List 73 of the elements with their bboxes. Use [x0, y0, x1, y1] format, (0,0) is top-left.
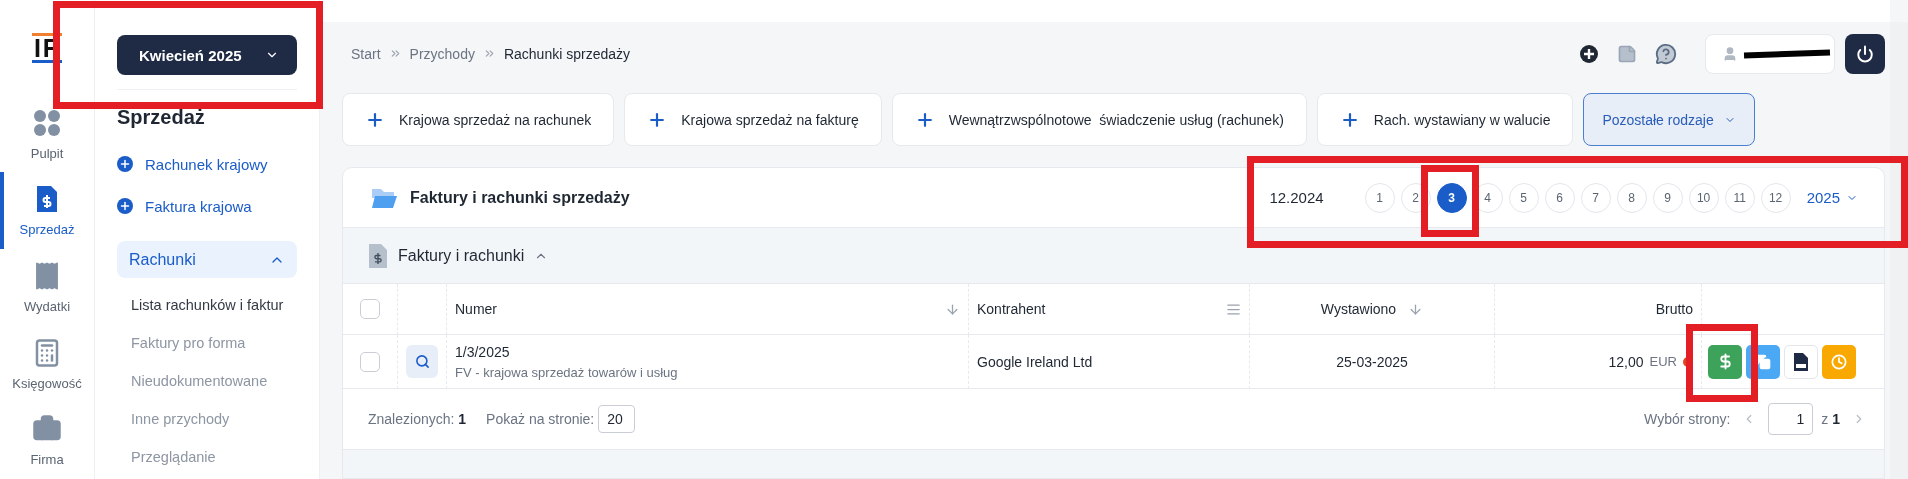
- breadcrumb-link[interactable]: Rachunki sprzedaży: [503, 45, 630, 62]
- quick-add-link[interactable]: Rachunek krajowy: [117, 143, 297, 185]
- previous-period: 12.2024: [1269, 189, 1324, 206]
- results-count: Znalezionych: 1: [368, 411, 467, 427]
- pdf-button[interactable]: [1784, 344, 1818, 379]
- logout-button[interactable]: [1845, 33, 1885, 74]
- help-chat-icon[interactable]: [1655, 42, 1677, 65]
- add-document-button[interactable]: Wewnątrzwspólnotowe świadczenie usług (rachunek): [891, 93, 1307, 146]
- column-header[interactable]: Kontrahent: [969, 284, 1250, 335]
- panel-title: Faktury i rachunki sprzedaży: [410, 188, 630, 207]
- search-icon: [414, 354, 430, 369]
- currency: EUR: [1649, 354, 1677, 369]
- preview-button[interactable]: [406, 345, 438, 378]
- more-types-dropdown[interactable]: Pozostałe rodzaje: [1583, 93, 1755, 146]
- page-count: z 1: [1821, 411, 1840, 427]
- page-field[interactable]: 1: [1768, 403, 1814, 435]
- add-icon[interactable]: [1579, 43, 1599, 64]
- sidebar-title: Sprzedaż: [117, 106, 206, 129]
- month-button[interactable]: 11: [1724, 182, 1755, 213]
- power-icon: [1856, 44, 1874, 63]
- column-header[interactable]: Brutto: [1495, 284, 1702, 335]
- month-button[interactable]: 7: [1580, 182, 1611, 213]
- page-label: Wybór strony:: [1644, 411, 1731, 427]
- month-button[interactable]: 9: [1652, 182, 1683, 213]
- month-button[interactable]: 6: [1544, 182, 1575, 213]
- breadcrumb-link[interactable]: Przychody: [409, 45, 475, 62]
- plus-circle-icon: [117, 156, 133, 172]
- add-document-button[interactable]: Rach. wystawiany w walucie: [1316, 93, 1574, 146]
- column-header[interactable]: Numer: [447, 284, 969, 335]
- select-all-checkbox[interactable]: [360, 299, 380, 319]
- row-checkbox[interactable]: [360, 351, 380, 372]
- table-cell: Google Ireland Ltd: [977, 353, 1093, 370]
- grid-dots-icon: [32, 107, 62, 138]
- document-type: FV - krajowa sprzedaż towarów i usług: [455, 364, 678, 380]
- pdf-file-icon: [1793, 351, 1809, 372]
- sticky-note-icon[interactable]: [1617, 43, 1637, 64]
- user-menu[interactable]: [1705, 33, 1835, 74]
- month-picker[interactable]: Kwiecień 2025: [117, 35, 297, 75]
- document-number: 1/3/2025: [455, 343, 511, 360]
- sort-arrow-icon: [1408, 301, 1424, 317]
- breadcrumb-link[interactable]: Start: [351, 45, 381, 62]
- payment-button[interactable]: [1708, 344, 1742, 379]
- copy-icon: [1755, 353, 1771, 370]
- amount: 12,00: [1608, 353, 1644, 370]
- add-document-button[interactable]: Krajowa sprzedaż na rachunek: [342, 93, 615, 146]
- month-button[interactable]: 1: [1364, 182, 1395, 213]
- plus-circle-icon: [117, 198, 133, 214]
- month-button[interactable]: 8: [1616, 182, 1647, 213]
- year-dropdown[interactable]: 2025: [1800, 188, 1864, 207]
- dollar-document-icon: [35, 184, 59, 215]
- month-button[interactable]: 3: [1436, 182, 1467, 213]
- clock-icon: [1831, 353, 1847, 370]
- dollar-document-icon: [368, 242, 388, 269]
- user-icon: [1722, 45, 1738, 62]
- nav-item[interactable]: Księgowość: [0, 325, 95, 403]
- nav-item[interactable]: Pulpit: [0, 95, 95, 173]
- per-page-field[interactable]: 20: [598, 405, 636, 433]
- nav-item[interactable]: Firma: [0, 402, 95, 479]
- column-header[interactable]: Wystawiono: [1250, 284, 1495, 335]
- month-button[interactable]: 5: [1508, 182, 1539, 213]
- sidebar-group[interactable]: Rachunki: [117, 241, 297, 278]
- section-title: Faktury i rachunki: [398, 246, 525, 265]
- per-page-label: Pokaż na stronie:: [486, 411, 595, 427]
- sort-arrow-icon: [945, 301, 960, 317]
- folder-icon: [371, 186, 398, 209]
- table-cell: 25-03-2025: [1336, 353, 1408, 370]
- sidebar-item[interactable]: Lista rachunków i faktur: [117, 286, 297, 324]
- quick-add-link[interactable]: Faktura krajowa: [117, 185, 297, 227]
- menu-icon: [1226, 301, 1241, 317]
- add-document-button[interactable]: Krajowa sprzedaż na fakturę: [624, 93, 882, 146]
- month-button[interactable]: 10: [1688, 182, 1719, 213]
- nav-item[interactable]: Wydatki: [0, 249, 95, 326]
- month-button[interactable]: 12: [1760, 182, 1791, 213]
